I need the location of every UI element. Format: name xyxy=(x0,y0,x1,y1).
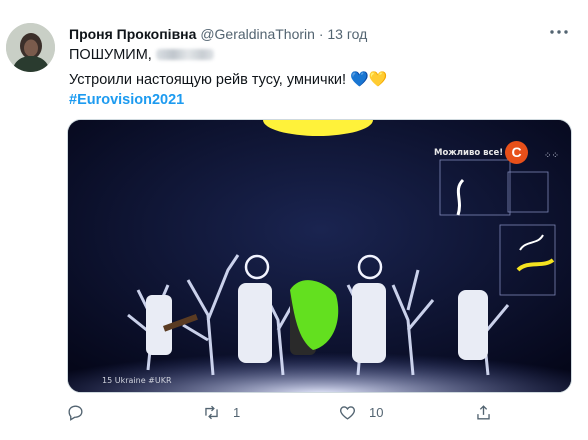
like-button[interactable]: 10 xyxy=(338,403,383,422)
svg-text:⁘⁘: ⁘⁘ xyxy=(544,151,559,161)
tweet-card[interactable]: Проня Прокопівна @GeraldinaThorin · 13 г… xyxy=(0,0,588,440)
broadcast-slogan: Можливо все! xyxy=(434,148,504,158)
tweet-text-shout: ПОШУМИМ, xyxy=(69,47,152,63)
header-separator: · xyxy=(318,26,324,42)
tweet-time[interactable]: 13 год xyxy=(327,26,367,42)
retweet-count: 1 xyxy=(233,405,241,420)
retweet-icon xyxy=(205,405,218,420)
retweet-button[interactable]: 1 xyxy=(202,403,240,422)
stage-photo: ⁘⁘ xyxy=(68,120,571,392)
tweet-media-image[interactable]: ⁘⁘ Можливо все! С 15 Ukraine #UKR xyxy=(67,119,572,393)
avatar[interactable] xyxy=(6,23,55,72)
author-handle[interactable]: @GeraldinaThorin xyxy=(200,26,315,42)
share-button[interactable] xyxy=(474,403,505,422)
share-icon xyxy=(477,405,490,420)
author-name[interactable]: Проня Прокопівна xyxy=(69,26,196,42)
tweet-header: Проня Прокопівна @GeraldinaThorin · 13 г… xyxy=(69,26,367,42)
tweet-text-line-2: Устроили настоящую рейв тусу, умнички! 💙… xyxy=(69,70,387,88)
channel-logo: С xyxy=(505,141,528,164)
heart-emojis: 💙💛 xyxy=(350,71,388,88)
more-horizontal-icon[interactable] xyxy=(548,24,574,44)
like-count: 10 xyxy=(369,405,384,420)
tweet-text-line-1: ПОШУМИМ, xyxy=(69,47,214,63)
reply-button[interactable] xyxy=(66,403,97,422)
tweet-actions: 1 10 xyxy=(0,393,588,437)
tweet-text-body: Устроили настоящую рейв тусу, умнички! xyxy=(69,72,347,88)
heart-icon xyxy=(340,406,355,420)
hashtag-link[interactable]: #Eurovision2021 xyxy=(69,92,184,108)
broadcast-caption: 15 Ukraine #UKR xyxy=(102,376,172,385)
redacted-word xyxy=(155,49,214,60)
reply-icon xyxy=(68,405,83,421)
